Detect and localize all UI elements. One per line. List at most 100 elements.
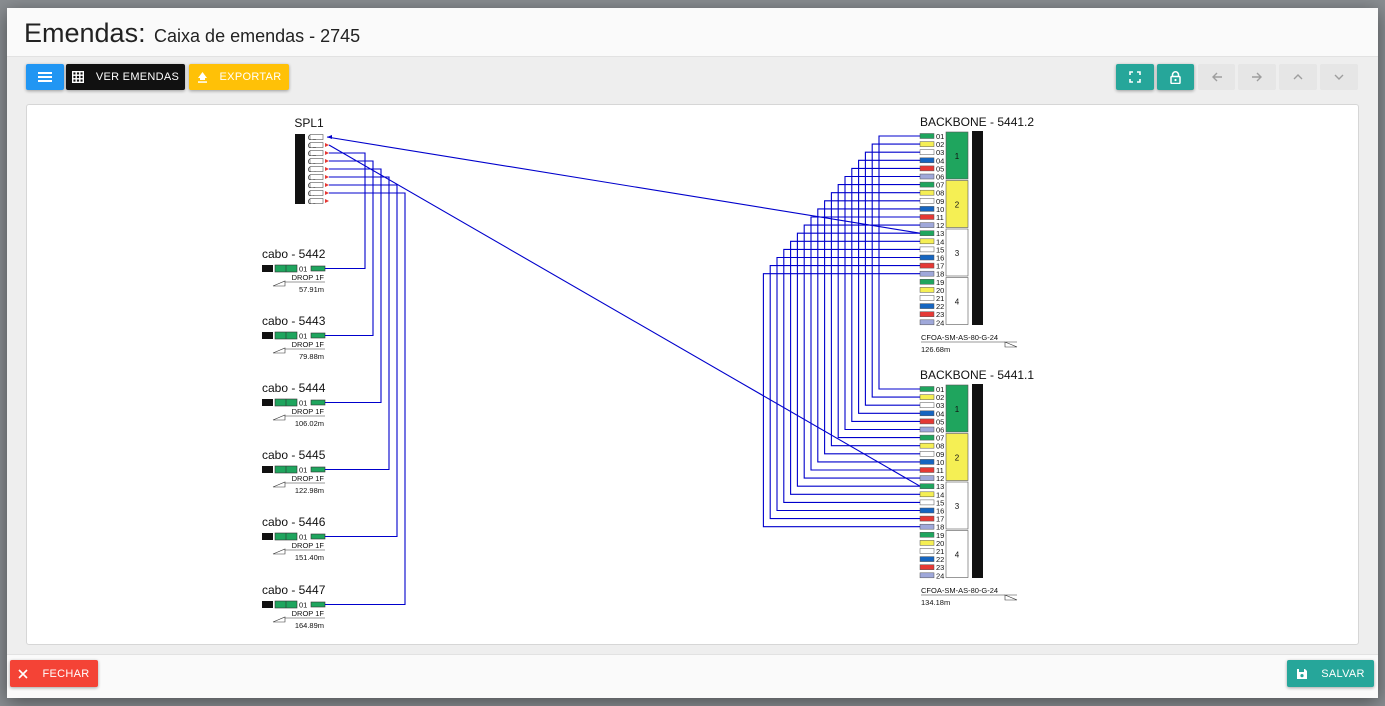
splitter-port-arrow	[325, 151, 329, 155]
backbone-fiber	[919, 133, 935, 139]
next-button[interactable]	[1238, 64, 1276, 90]
splitter-port-arrow	[325, 183, 329, 187]
backbone-fiber	[919, 238, 935, 245]
prev-button[interactable]	[1198, 64, 1235, 90]
backbone-fiber	[919, 319, 935, 326]
backbone-fiber	[919, 410, 935, 417]
drop-cable-type: DROP 1F	[292, 541, 325, 550]
backbone-fiber	[919, 451, 935, 457]
exportar-button[interactable]: EXPORTAR	[189, 64, 289, 90]
backbone-sheath	[972, 131, 983, 325]
backbone-fiber	[919, 499, 935, 506]
drop-cable-sheath	[262, 399, 273, 406]
backbone-fiber	[919, 311, 935, 317]
splice-wire-arrow	[327, 135, 332, 139]
lock-button[interactable]	[1157, 64, 1194, 90]
drop-cable-length: 57.91m	[299, 285, 324, 294]
backbone-tube-label: 4	[955, 298, 960, 307]
backbone-tube-label: 2	[955, 454, 960, 463]
backbone-fiber	[919, 246, 935, 253]
backbone-fiber	[919, 442, 935, 449]
drop-cable-sheath	[262, 533, 273, 540]
backbone-fiber	[919, 189, 935, 196]
arrow-left-icon	[1211, 72, 1222, 82]
drop-cable-sheath	[262, 265, 273, 272]
backbone-fiber	[919, 532, 935, 538]
splice-diagram: SPL1010102030405060708cabo - 544201DROP …	[262, 115, 1034, 630]
backbone-fiber	[919, 173, 935, 180]
drop-cable-length: 151.40m	[295, 553, 324, 562]
backbone-fiber	[919, 165, 935, 172]
chevron-down-icon	[1334, 74, 1344, 80]
drop-cable-length: 106.02m	[295, 419, 324, 428]
backbone-fiber	[919, 198, 935, 204]
backbone-tube-label: 3	[955, 249, 960, 258]
menu-button[interactable]	[26, 64, 64, 90]
splitter-port	[309, 182, 324, 188]
backbone-fiber	[919, 467, 935, 473]
drop-cable-type: DROP 1F	[292, 273, 325, 282]
backbone-tube-label: 2	[955, 201, 960, 210]
fullscreen-button[interactable]	[1116, 64, 1154, 90]
ver-emendas-button[interactable]: VER EMENDAS	[66, 64, 185, 90]
backbone-fiber	[919, 230, 935, 236]
footer-divider	[7, 654, 1378, 655]
splitter-port	[309, 198, 324, 204]
drop-cable-type: DROP 1F	[292, 474, 325, 483]
backbone-model: CFOA-SM-AS-80-G-24	[921, 586, 998, 595]
splitter-port	[309, 158, 324, 164]
backbone-fiber	[919, 564, 935, 570]
backbone-title: BACKBONE - 5441.2	[920, 115, 1034, 129]
emendas-dialog: Emendas: Caixa de emendas - 2745 VER EME…	[7, 8, 1378, 698]
save-icon	[1297, 668, 1308, 679]
backbone-length: 126.68m	[921, 345, 950, 354]
drop-cable-fiber	[310, 601, 326, 608]
backbone-tube-label: 1	[955, 405, 960, 414]
drop-cable-length: 164.89m	[295, 621, 324, 630]
backbone-fiber	[919, 254, 935, 261]
drop-cable-type: DROP 1F	[292, 407, 325, 416]
drop-cable-fiber	[310, 265, 326, 272]
splice-wire	[858, 159, 920, 414]
upload-icon	[197, 72, 207, 83]
backbone-fiber	[919, 418, 935, 425]
splitter-title: SPL1	[294, 116, 324, 130]
drop-cable-fiber	[310, 466, 326, 473]
backbone-tube-label: 3	[955, 502, 960, 511]
dialog-title-sub: Caixa de emendas - 2745	[154, 26, 361, 46]
splitter-port	[309, 150, 324, 156]
backbone-fiber	[919, 157, 935, 164]
backbone-fiber	[919, 279, 935, 285]
backbone-fiber	[919, 491, 935, 498]
salvar-button[interactable]: SALVAR	[1287, 660, 1374, 687]
fechar-button[interactable]: FECHAR	[10, 660, 98, 687]
splitter-port-arrow	[325, 143, 329, 147]
chevron-up-icon	[1293, 74, 1303, 80]
backbone-fiber	[919, 214, 935, 220]
backbone-fiber	[919, 386, 935, 392]
backbone-fiber	[919, 206, 935, 212]
salvar-label: SALVAR	[1321, 667, 1365, 680]
drop-cable-title: cabo - 5442	[262, 247, 326, 261]
backbone-fiber	[919, 402, 935, 408]
backbone-fiber	[919, 515, 935, 522]
backbone-fiber	[919, 149, 935, 155]
splice-wire	[790, 240, 920, 495]
backbone-fiber	[919, 287, 935, 293]
backbone-fiber	[919, 507, 935, 514]
splitter-body	[295, 134, 305, 204]
drop-cable-length: 122.98m	[295, 486, 324, 495]
backbone-fiber-label: 24	[936, 318, 944, 327]
splice-wire	[844, 175, 920, 431]
grid-icon	[71, 71, 84, 83]
backbone-fiber	[919, 483, 935, 489]
splitter-port	[309, 166, 324, 172]
exportar-label: EXPORTAR	[219, 71, 282, 83]
splitter-port-arrow	[325, 191, 329, 195]
down-button[interactable]	[1320, 64, 1358, 90]
backbone-fiber	[919, 475, 935, 481]
close-icon	[18, 668, 29, 679]
up-button[interactable]	[1279, 64, 1317, 90]
backbone-fiber	[919, 434, 935, 441]
drop-cable-type: DROP 1F	[292, 340, 325, 349]
